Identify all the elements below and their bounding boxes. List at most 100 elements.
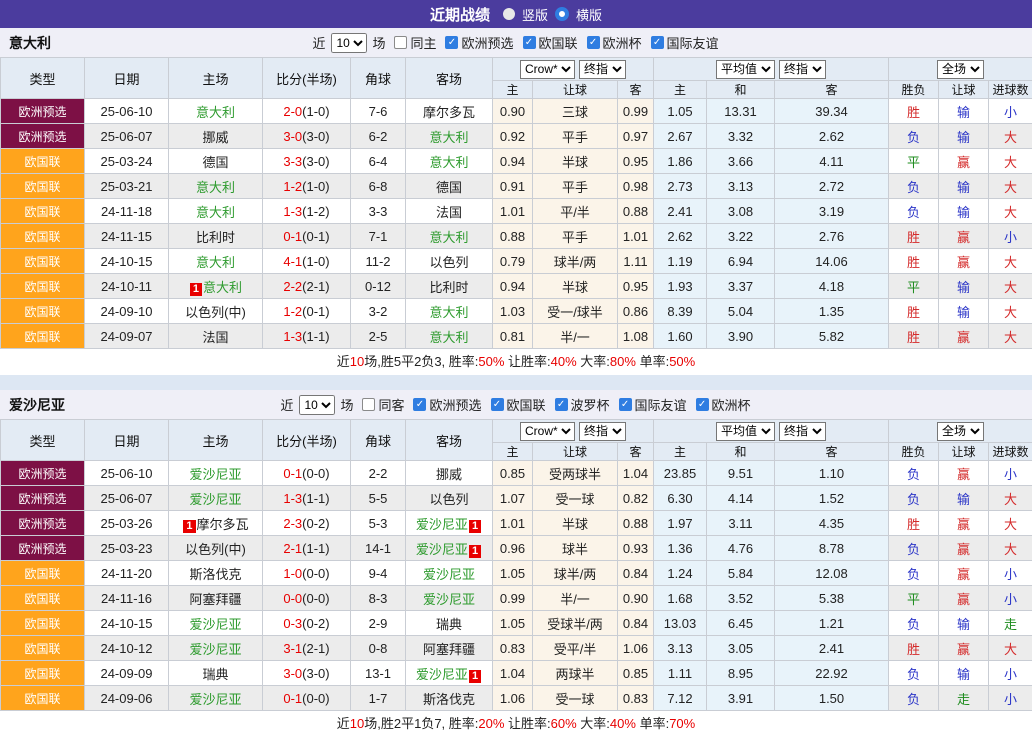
competition-filter-checkbox[interactable]: ✓ bbox=[445, 36, 458, 49]
away-team: 摩尔多瓦 bbox=[406, 99, 493, 124]
competition-filter-checkbox[interactable]: ✓ bbox=[413, 398, 426, 411]
home-odds: 0.94 bbox=[493, 274, 533, 299]
match-date: 24-09-10 bbox=[85, 299, 169, 324]
score: 3-3(3-0) bbox=[263, 149, 351, 174]
avg-away-odds: 4.35 bbox=[775, 511, 889, 536]
score: 1-3(1-2) bbox=[263, 199, 351, 224]
odds-source-select[interactable]: Crow* bbox=[520, 422, 575, 441]
avg-home-odds: 23.85 bbox=[654, 461, 707, 486]
filter-row: 意大利 近10场同主✓欧洲预选✓欧国联✓欧洲杯✓国际友谊 bbox=[0, 28, 1032, 57]
results-table: 类型 日期 主场 比分(半场) 角球 客场 Crow*终指 平均值终指 全场 主… bbox=[0, 57, 1032, 349]
avg-source-select[interactable]: 平均值 bbox=[716, 60, 775, 79]
competition-filter-label: 欧洲预选 bbox=[429, 395, 481, 414]
away-odds: 0.93 bbox=[618, 536, 654, 561]
subcol-handicap: 让球 bbox=[533, 443, 618, 461]
avg-home-odds: 1.24 bbox=[654, 561, 707, 586]
avg-draw-odds: 5.84 bbox=[707, 561, 775, 586]
match-date: 24-10-11 bbox=[85, 274, 169, 299]
corners: 0-8 bbox=[351, 636, 406, 661]
avg-home-odds: 1.36 bbox=[654, 536, 707, 561]
match-row: 欧国联24-10-15意大利4-1(1-0)11-2以色列0.79球半/两1.1… bbox=[1, 249, 1032, 274]
competition-filter-label: 欧洲杯 bbox=[712, 395, 751, 414]
competition-filter-checkbox[interactable]: ✓ bbox=[651, 36, 664, 49]
competition-filter-label: 欧国联 bbox=[507, 395, 546, 414]
handicap-result: 赢 bbox=[939, 511, 989, 536]
corners: 2-2 bbox=[351, 461, 406, 486]
horizontal-layout-radio[interactable] bbox=[555, 7, 569, 21]
corners: 7-6 bbox=[351, 99, 406, 124]
competition-filter-checkbox[interactable]: ✓ bbox=[587, 36, 600, 49]
result: 平 bbox=[889, 149, 939, 174]
competition-filter-checkbox[interactable]: ✓ bbox=[619, 398, 632, 411]
vertical-layout-radio[interactable] bbox=[503, 8, 515, 20]
avg-away-odds: 5.82 bbox=[775, 324, 889, 349]
handicap-result: 输 bbox=[939, 611, 989, 636]
home-odds: 0.96 bbox=[493, 536, 533, 561]
handicap-result: 输 bbox=[939, 124, 989, 149]
away-odds: 1.04 bbox=[618, 461, 654, 486]
away-team: 爱沙尼亚1 bbox=[406, 536, 493, 561]
avg-period-select[interactable]: 终指 bbox=[779, 60, 826, 79]
odds-period-select[interactable]: 终指 bbox=[579, 422, 626, 441]
handicap-line: 受球半/两 bbox=[533, 611, 618, 636]
avg-away-odds: 4.18 bbox=[775, 274, 889, 299]
same-venue-label: 同客 bbox=[378, 395, 404, 414]
match-row: 欧国联24-11-15比利时0-1(0-1)7-1意大利0.88平手1.012.… bbox=[1, 224, 1032, 249]
handicap-result: 输 bbox=[939, 486, 989, 511]
competition-filter-checkbox[interactable]: ✓ bbox=[555, 398, 568, 411]
home-odds: 0.88 bbox=[493, 224, 533, 249]
corners: 11-2 bbox=[351, 249, 406, 274]
avg-home-odds: 1.11 bbox=[654, 661, 707, 686]
filter-row: 爱沙尼亚 近10场同客✓欧洲预选✓欧国联✓波罗杯✓国际友谊✓欧洲杯 bbox=[0, 390, 1032, 419]
home-odds: 0.91 bbox=[493, 174, 533, 199]
avg-away-odds: 1.35 bbox=[775, 299, 889, 324]
home-odds: 1.07 bbox=[493, 486, 533, 511]
competition-filter-checkbox[interactable]: ✓ bbox=[696, 398, 709, 411]
corners: 7-1 bbox=[351, 224, 406, 249]
handicap-line: 平手 bbox=[533, 224, 618, 249]
goals-result: 大 bbox=[989, 636, 1032, 661]
games-count-select[interactable]: 10 bbox=[331, 33, 367, 53]
handicap-line: 半/一 bbox=[533, 586, 618, 611]
same-venue-checkbox[interactable] bbox=[394, 36, 407, 49]
corners: 6-8 bbox=[351, 174, 406, 199]
match-date: 25-03-24 bbox=[85, 149, 169, 174]
match-row: 欧国联24-10-15爱沙尼亚0-3(0-2)2-9瑞典1.05受球半/两0.8… bbox=[1, 611, 1032, 636]
avg-home-odds: 1.86 bbox=[654, 149, 707, 174]
competition-filter-checkbox[interactable]: ✓ bbox=[523, 36, 536, 49]
competition-filter-checkbox[interactable]: ✓ bbox=[491, 398, 504, 411]
goals-result: 小 bbox=[989, 586, 1032, 611]
avg-away-odds: 1.50 bbox=[775, 686, 889, 711]
topbar: 近期战绩 竖版 横版 bbox=[0, 0, 1032, 28]
score: 2-0(1-0) bbox=[263, 99, 351, 124]
odds-source-select[interactable]: Crow* bbox=[520, 60, 575, 79]
goals-result: 大 bbox=[989, 299, 1032, 324]
subcol-goals: 进球数 bbox=[989, 81, 1032, 99]
subcol-avg-draw: 和 bbox=[707, 443, 775, 461]
match-row: 欧国联24-09-07法国1-3(1-1)2-5意大利0.81半/一1.081.… bbox=[1, 324, 1032, 349]
match-row: 欧国联24-10-111意大利2-2(2-1)0-12比利时0.94半球0.95… bbox=[1, 274, 1032, 299]
competition-type: 欧国联 bbox=[1, 686, 85, 711]
corners: 14-1 bbox=[351, 536, 406, 561]
home-team: 挪威 bbox=[169, 124, 263, 149]
score: 3-1(2-1) bbox=[263, 636, 351, 661]
scope-select[interactable]: 全场 bbox=[937, 422, 984, 441]
score: 4-1(1-0) bbox=[263, 249, 351, 274]
same-venue-checkbox[interactable] bbox=[362, 398, 375, 411]
avg-period-select[interactable]: 终指 bbox=[779, 422, 826, 441]
games-count-select[interactable]: 10 bbox=[299, 395, 335, 415]
avg-draw-odds: 3.22 bbox=[707, 224, 775, 249]
corners: 5-3 bbox=[351, 511, 406, 536]
result: 负 bbox=[889, 174, 939, 199]
scope-select[interactable]: 全场 bbox=[937, 60, 984, 79]
away-odds: 0.88 bbox=[618, 199, 654, 224]
odds-header-group: Crow*终指 bbox=[493, 420, 654, 443]
away-odds: 0.84 bbox=[618, 611, 654, 636]
avg-source-select[interactable]: 平均值 bbox=[716, 422, 775, 441]
handicap-line: 三球 bbox=[533, 99, 618, 124]
goals-result: 小 bbox=[989, 686, 1032, 711]
home-team: 阿塞拜疆 bbox=[169, 586, 263, 611]
match-row: 欧国联24-09-09瑞典3-0(3-0)13-1爱沙尼亚11.04两球半0.8… bbox=[1, 661, 1032, 686]
odds-period-select[interactable]: 终指 bbox=[579, 60, 626, 79]
handicap-line: 半球 bbox=[533, 149, 618, 174]
